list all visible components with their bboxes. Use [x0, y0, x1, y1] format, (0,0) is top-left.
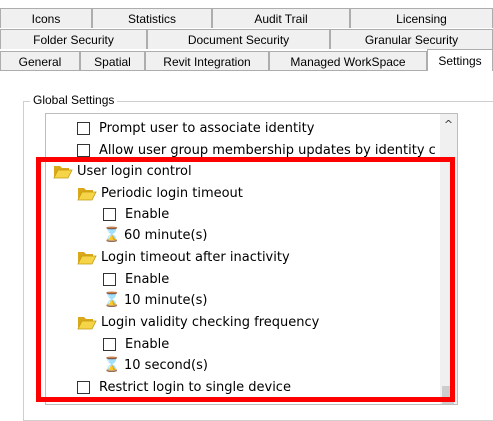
- tree-item-validity-value[interactable]: ⌛ 10 second(s): [103, 354, 208, 376]
- tree-item-label: Periodic login timeout: [101, 185, 243, 201]
- checkbox[interactable]: [77, 143, 90, 157]
- tree-item-allow-group-updates[interactable]: Allow user group membership updates by i…: [77, 139, 436, 161]
- tab-document-security[interactable]: Document Security: [147, 29, 330, 49]
- tab-managed-workspace[interactable]: Managed WorkSpace: [269, 51, 427, 71]
- tab-granular-security[interactable]: Granular Security: [330, 29, 493, 49]
- tab-audit-trail[interactable]: Audit Trail: [212, 8, 350, 28]
- tree-item-label: Login validity checking frequency: [101, 314, 320, 330]
- checkbox[interactable]: [103, 272, 116, 286]
- tab-folder-security[interactable]: Folder Security: [0, 29, 147, 49]
- hourglass-icon: ⌛: [103, 292, 121, 308]
- scroll-up-arrow-icon[interactable]: ^: [440, 118, 457, 131]
- tree-item-label: 10 minute(s): [124, 292, 208, 308]
- tab-revit-integration[interactable]: Revit Integration: [145, 51, 269, 71]
- checkbox[interactable]: [103, 337, 116, 351]
- tab-spatial[interactable]: Spatial: [80, 51, 145, 71]
- tab-general[interactable]: General: [0, 51, 80, 71]
- hourglass-icon: ⌛: [103, 357, 121, 373]
- tree-item-label: Enable: [125, 271, 170, 287]
- tree-item-validity-frequency[interactable]: Login validity checking frequency: [77, 311, 319, 333]
- tree-item-label: Prompt user to associate identity: [99, 120, 315, 136]
- tree-item-inactivity-enable[interactable]: Enable: [103, 268, 169, 290]
- tree-item-prompt-identity[interactable]: Prompt user to associate identity: [77, 117, 314, 139]
- folder-open-icon: [77, 251, 97, 264]
- checkbox[interactable]: [77, 121, 90, 135]
- hourglass-icon: ⌛: [103, 227, 121, 243]
- tree-item-label: 10 second(s): [124, 357, 208, 373]
- tree-item-periodic-enable[interactable]: Enable: [103, 203, 169, 225]
- tree-item-inactivity-timeout[interactable]: Login timeout after inactivity: [77, 246, 290, 268]
- tree-item-label: Enable: [125, 206, 170, 222]
- tree-item-user-login-control[interactable]: User login control: [53, 160, 192, 182]
- tree-item-label: Restrict login to single device: [99, 379, 291, 395]
- tree-item-restrict-single-device[interactable]: Restrict login to single device: [77, 376, 291, 398]
- tree-item-inactivity-value[interactable]: ⌛ 10 minute(s): [103, 289, 207, 311]
- tree-item-label: Allow user group membership updates by i…: [99, 142, 436, 158]
- tab-licensing[interactable]: Licensing: [350, 8, 493, 28]
- vertical-scrollbar[interactable]: ^: [440, 114, 457, 404]
- checkbox[interactable]: [77, 380, 90, 394]
- tree-item-label: 60 minute(s): [124, 227, 208, 243]
- tree-item-periodic-value[interactable]: ⌛ 60 minute(s): [103, 224, 207, 246]
- folder-open-icon: [77, 316, 97, 329]
- folder-open-icon: [77, 187, 97, 200]
- tab-settings[interactable]: Settings: [427, 49, 493, 71]
- tree-item-periodic-timeout[interactable]: Periodic login timeout: [77, 182, 243, 204]
- folder-open-icon: [53, 165, 73, 178]
- tab-icons[interactable]: Icons: [0, 8, 92, 28]
- tree-item-label: Login timeout after inactivity: [101, 249, 290, 265]
- tab-statistics[interactable]: Statistics: [92, 8, 212, 28]
- tree-item-label: User login control: [77, 163, 192, 179]
- settings-tree[interactable]: Prompt user to associate identity Allow …: [45, 113, 458, 405]
- global-settings-title: Global Settings: [30, 93, 118, 107]
- tree-item-label: Enable: [125, 336, 170, 352]
- tree-item-validity-enable[interactable]: Enable: [103, 333, 169, 355]
- checkbox[interactable]: [103, 207, 116, 221]
- scroll-thumb[interactable]: [442, 386, 454, 404]
